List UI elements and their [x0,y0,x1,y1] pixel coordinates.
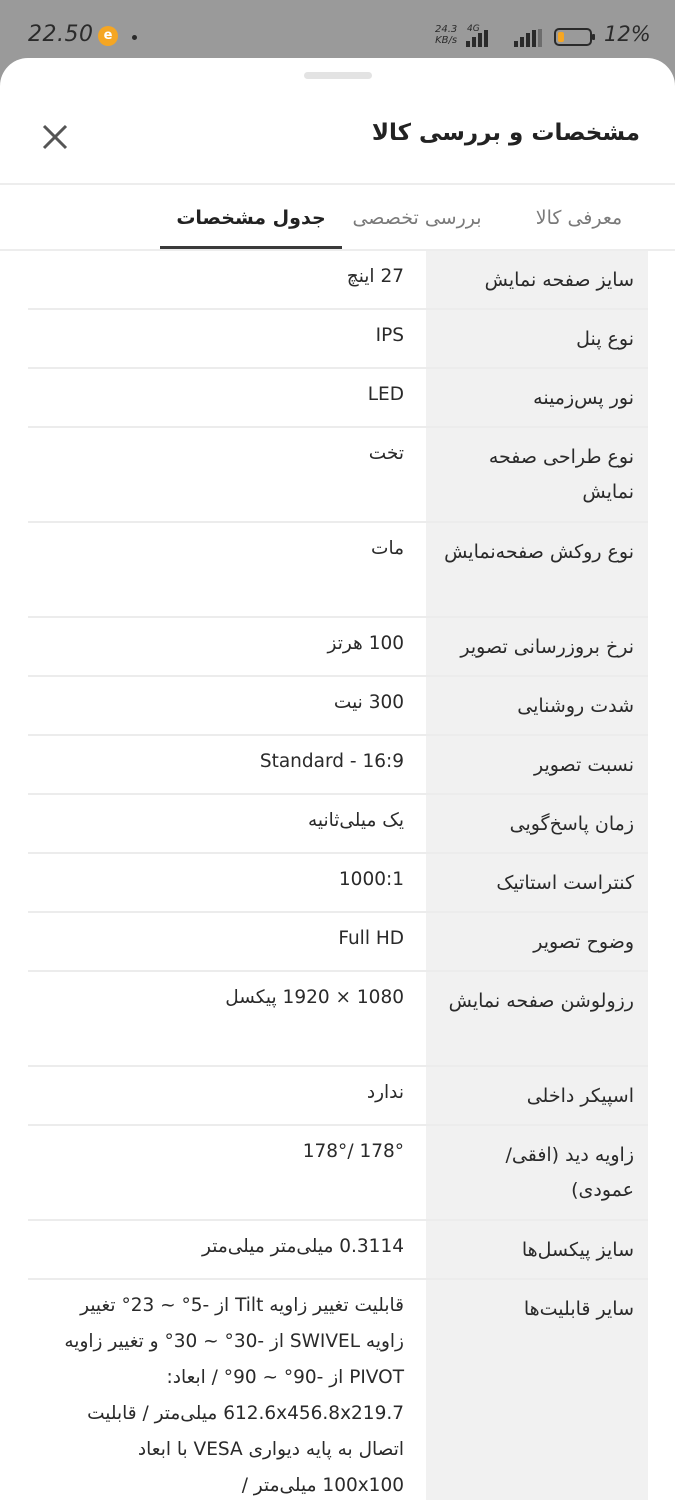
spec-value: 0.3114 میلی‌متر میلی‌متر [202,1236,404,1257]
spec-label-cell: سایز صفحه نمایش [426,251,648,308]
spec-bottom-sheet: مشخصات و بررسی کالا معرفی کالا بررسی تخص… [0,58,675,1500]
spec-label: رزولوشن صفحه نمایش [448,990,634,1012]
tab-expert-review[interactable]: بررسی تخصصی [323,185,511,251]
spec-value: 27 اینچ [346,266,404,287]
spec-row: نسبت تصویر 16:9 - Standard [28,736,648,795]
battery-percent: 12% [604,22,651,46]
signal-strength-secondary-icon [514,28,544,48]
spec-label: وضوح تصویر [533,931,634,953]
spec-label-cell: سایر قابلیت‌ها [426,1280,648,1500]
spec-label-cell: نرخ بروزرسانی تصویر [426,618,648,675]
spec-row: نوع پنل IPS [28,310,648,369]
spec-label-cell: وضوح تصویر [426,913,648,970]
spec-value: 178° /178° [302,1141,404,1162]
spec-row: زاویه دید (افقی/ عمودی) 178° /178° [28,1126,648,1221]
spec-label: نوع روکش صفحه‌نمایش [444,541,634,563]
spec-label-cell: نوع پنل [426,310,648,367]
spec-label: نرخ بروزرسانی تصویر [460,636,634,658]
signal-strength-icon [466,28,490,48]
status-time: 22.50 [28,22,94,47]
spec-row: نرخ بروزرسانی تصویر 100 هرتز [28,618,648,677]
spec-label: زمان پاسخ‌گویی [509,813,634,835]
network-speed: 24.3 KB/s [435,24,457,46]
spec-label-cell: شدت روشنایی [426,677,648,734]
spec-label: نسبت تصویر [533,754,634,776]
spec-row: وضوح تصویر Full HD [28,913,648,972]
tab-bar: معرفی کالا بررسی تخصصی جدول مشخصات [0,185,675,251]
spec-label: نوع طراحی صفحه نمایش [488,446,634,503]
spec-row: رزولوشن صفحه نمایش 1080 × 1920 پیکسل [28,972,648,1067]
spec-value: Full HD [338,928,404,949]
spec-label: سایر قابلیت‌ها [523,1298,634,1320]
spec-row: شدت روشنایی 300 نیت [28,677,648,736]
spec-row: سایز صفحه نمایش 27 اینچ [28,251,648,310]
tab-product-intro[interactable]: معرفی کالا [511,185,647,251]
spec-row: نوع طراحی صفحه نمایش تخت [28,428,648,523]
spec-value: 16:9 - Standard [259,751,404,772]
spec-row: نور پس‌زمینه LED [28,369,648,428]
spec-value: 1000:1 [338,869,404,890]
spec-label: سایز صفحه نمایش [484,269,634,291]
spec-row: نوع روکش صفحه‌نمایش مات [28,523,648,618]
network-speed-unit: KB/s [435,35,458,46]
spec-value: قابلیت تغییر زاویه Tilt از -5° ~ 23° تغی… [64,1295,404,1496]
spec-label: زاویه دید (افقی/ عمودی) [505,1144,634,1201]
spec-label: اسپیکر داخلی [526,1085,634,1107]
spec-value: 1080 × 1920 پیکسل [225,987,404,1008]
tab-spec-table[interactable]: جدول مشخصات [160,185,342,251]
drag-handle[interactable] [304,72,372,79]
spec-row: زمان پاسخ‌گویی یک میلی‌ثانیه [28,795,648,854]
spec-row: سایر قابلیت‌ها قابلیت تغییر زاویه Tilt ا… [28,1280,648,1500]
spec-label: شدت روشنایی [517,695,634,717]
spec-label-cell: زمان پاسخ‌گویی [426,795,648,852]
spec-label-cell: رزولوشن صفحه نمایش [426,972,648,1065]
spec-label: نور پس‌زمینه [533,387,634,409]
sheet-title: مشخصات و بررسی کالا [371,120,640,146]
spec-value: مات [371,538,404,559]
network-speed-value: 24.3 [435,24,458,35]
spec-label-cell: نور پس‌زمینه [426,369,648,426]
spec-label: سایز پیکسل‌ها [521,1239,634,1261]
spec-label-cell: نوع طراحی صفحه نمایش [426,428,648,521]
spec-value: ندارد [366,1082,404,1103]
close-icon [42,124,68,150]
spec-label: نوع پنل [576,328,634,350]
spec-row: کنتراست استاتیک 1000:1 [28,854,648,913]
battery-icon [554,28,595,46]
spec-label-cell: زاویه دید (افقی/ عمودی) [426,1126,648,1219]
spec-value: 100 هرتز [327,633,404,654]
spec-label-cell: نسبت تصویر [426,736,648,793]
spec-label: کنتراست استاتیک [496,872,634,894]
spec-label-cell: نوع روکش صفحه‌نمایش [426,523,648,616]
app-notification-icon: e [98,26,118,46]
spec-value: تخت [368,443,404,464]
spec-table: سایز صفحه نمایش 27 اینچ نوع پنل IPS نور … [28,251,648,1500]
spec-row: سایز پیکسل‌ها 0.3114 میلی‌متر میلی‌متر [28,1221,648,1280]
spec-label-cell: اسپیکر داخلی [426,1067,648,1124]
spec-label-cell: سایز پیکسل‌ها [426,1221,648,1278]
spec-label-cell: کنتراست استاتیک [426,854,648,911]
spec-value: یک میلی‌ثانیه [307,810,404,831]
notification-dot-icon [132,35,137,40]
spec-value: LED [367,384,404,405]
spec-value: IPS [375,325,404,346]
spec-value: 300 نیت [333,692,404,713]
status-bar: 22.50 e 24.3 KB/s 4G 12% [0,0,675,62]
close-button[interactable] [38,120,72,154]
spec-row: اسپیکر داخلی ندارد [28,1067,648,1126]
